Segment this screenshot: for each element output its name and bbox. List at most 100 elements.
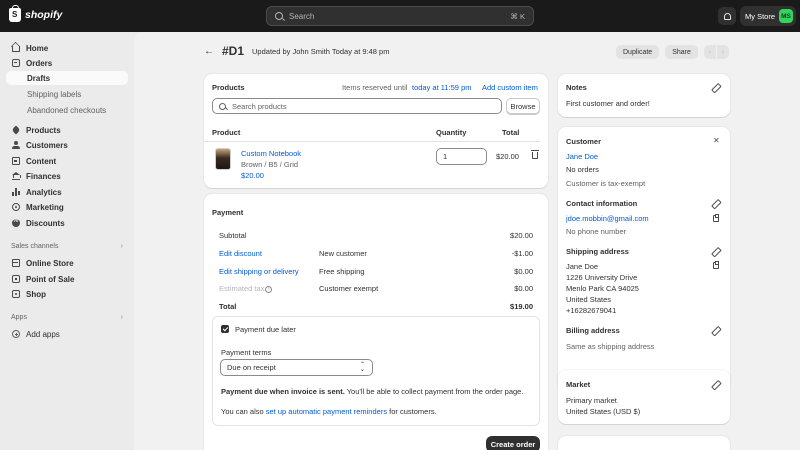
subtotal-value: $20.00 — [510, 231, 533, 240]
home-icon — [12, 46, 20, 52]
header-actions: Duplicate Share ‹ › — [616, 45, 729, 59]
notifications-button[interactable] — [718, 7, 736, 25]
sidebar-item-label: Finances — [26, 171, 61, 181]
sidebar-item-home[interactable]: Home — [6, 41, 128, 55]
create-order-button[interactable]: Create order — [486, 436, 540, 450]
add-custom-item-link[interactable]: Add custom item — [482, 83, 538, 92]
sidebar-item-discounts[interactable]: Discounts — [6, 216, 128, 230]
sidebar-item-analytics[interactable]: Analytics — [6, 185, 128, 199]
sidebar-item-shipping-labels[interactable]: Shipping labels — [6, 87, 128, 101]
tax-label-wrap: Estimated tax i — [219, 284, 273, 293]
payment-due-later-checkbox[interactable] — [221, 325, 229, 333]
product-name-link[interactable]: Custom Notebook — [241, 149, 301, 158]
sidebar-item-label: Abandoned checkouts — [27, 105, 107, 115]
payment-reminders-link[interactable]: set up automatic payment reminders — [266, 407, 387, 416]
sales-channels-header[interactable]: Sales channels › — [11, 243, 123, 250]
sidebar-item-orders[interactable]: Orders — [6, 56, 128, 70]
product-price-link[interactable]: $20.00 — [241, 171, 264, 180]
edit-discount-link[interactable]: Edit discount — [219, 249, 262, 258]
copy-email-icon[interactable] — [713, 214, 719, 222]
sidebar-item-label: Point of Sale — [26, 274, 75, 284]
sidebar-item-finances[interactable]: Finances — [6, 169, 128, 183]
next-button[interactable]: › — [716, 45, 729, 59]
market-region: United States (USD $) — [566, 407, 641, 416]
shipping-address-title: Shipping address — [566, 247, 629, 256]
sidebar-item-content[interactable]: Content — [6, 154, 128, 168]
discount-description: New customer — [319, 249, 367, 258]
sidebar-item-drafts[interactable]: Drafts — [6, 71, 128, 85]
shipping-line: 1226 University Drive — [566, 273, 638, 282]
quantity-input[interactable]: 1 — [436, 148, 487, 165]
global-search-input[interactable]: Search ⌘ K — [266, 6, 534, 26]
apps-header[interactable]: Apps › — [11, 314, 123, 321]
info-icon[interactable]: i — [265, 285, 273, 293]
tax-label: Estimated tax — [219, 284, 265, 293]
product-thumbnail[interactable] — [215, 148, 231, 170]
sidebar-item-label: Drafts — [27, 73, 51, 83]
target-icon — [12, 203, 20, 211]
customer-name-link[interactable]: Jane Doe — [566, 152, 598, 161]
column-quantity: Quantity — [436, 128, 467, 137]
edit-shipping-pencil-icon[interactable] — [712, 248, 719, 255]
line-total: $20.00 — [496, 152, 519, 161]
customer-orders: No orders — [566, 165, 599, 174]
edit-shipping-link[interactable]: Edit shipping or delivery — [219, 267, 299, 276]
sidebar-item-abandoned-checkouts[interactable]: Abandoned checkouts — [6, 103, 128, 117]
edit-billing-pencil-icon[interactable] — [712, 327, 719, 334]
share-button[interactable]: Share — [665, 45, 698, 59]
notes-title: Notes — [566, 83, 587, 92]
sidebar-item-point-of-sale[interactable]: Point of Sale — [6, 272, 128, 286]
store-icon — [12, 259, 20, 267]
shipping-value: $0.00 — [514, 267, 533, 276]
duplicate-button[interactable]: Duplicate — [616, 45, 660, 59]
reserved-until-link[interactable]: today at 11:59 pm — [412, 83, 471, 92]
shipping-line: Menlo Park CA 94025 — [566, 284, 639, 293]
due-note-rest: You'll be able to collect payment from t… — [344, 387, 524, 396]
browse-button[interactable]: Browse — [506, 98, 540, 114]
section-label: Sales channels — [11, 243, 59, 250]
total-value: $19.00 — [510, 302, 533, 311]
reminder-pre: You can also — [221, 407, 266, 416]
previous-button[interactable]: ‹ — [703, 45, 716, 59]
sidebar-item-customers[interactable]: Customers — [6, 138, 128, 152]
edit-notes-pencil-icon[interactable] — [712, 84, 719, 91]
payment-due-note: Payment due when invoice is sent. You'll… — [221, 387, 537, 396]
payment-terms-value: Due on receipt — [227, 363, 276, 372]
store-menu-button[interactable]: My Store MS — [740, 6, 796, 26]
market-title: Market — [566, 380, 591, 389]
pos-icon — [12, 275, 20, 283]
shipping-description: Free shipping — [319, 267, 365, 276]
payment-title: Payment — [212, 208, 244, 217]
sidebar-item-label: Customers — [26, 140, 68, 150]
pager: ‹ › — [703, 45, 729, 59]
store-name: My Store — [745, 11, 776, 21]
search-shortcut: ⌘ K — [510, 11, 525, 21]
customer-email-link[interactable]: jdoe.mobbin@gmail.com — [566, 214, 649, 223]
sidebar-item-add-apps[interactable]: Add apps — [6, 327, 128, 341]
shopify-logo[interactable]: shopify — [9, 5, 62, 22]
sidebar-item-products[interactable]: Products — [6, 123, 128, 137]
page-header: ← #D1 Updated by John Smith Today at 9:4… — [204, 44, 389, 58]
payment-due-later-label: Payment due later — [235, 325, 296, 334]
product-variant: Brown / B5 / Grid — [241, 160, 299, 169]
total-label: Total — [219, 302, 237, 311]
search-icon — [219, 102, 226, 110]
payment-terms-select[interactable]: Due on receipt ⌃ ⌄ — [220, 359, 373, 376]
edit-market-pencil-icon[interactable] — [712, 381, 719, 388]
trash-icon[interactable] — [531, 150, 539, 159]
quantity-value: 1 — [443, 152, 448, 161]
back-arrow-icon[interactable]: ← — [204, 46, 214, 57]
sidebar-item-shop[interactable]: Shop — [6, 287, 128, 301]
products-title: Products — [212, 83, 245, 92]
product-search-input[interactable]: Search products — [212, 98, 502, 114]
sidebar-item-marketing[interactable]: Marketing — [6, 200, 128, 214]
remove-customer-close-icon[interactable]: ✕ — [713, 136, 720, 145]
sidebar-item-label: Orders — [26, 58, 53, 68]
search-icon — [275, 12, 283, 20]
chevron-right-icon: › — [120, 243, 123, 250]
sidebar-item-label: Analytics — [26, 187, 62, 197]
edit-contact-pencil-icon[interactable] — [712, 200, 719, 207]
copy-address-icon[interactable] — [713, 261, 719, 269]
bell-icon — [723, 12, 731, 20]
sidebar-item-online-store[interactable]: Online Store — [6, 256, 128, 270]
